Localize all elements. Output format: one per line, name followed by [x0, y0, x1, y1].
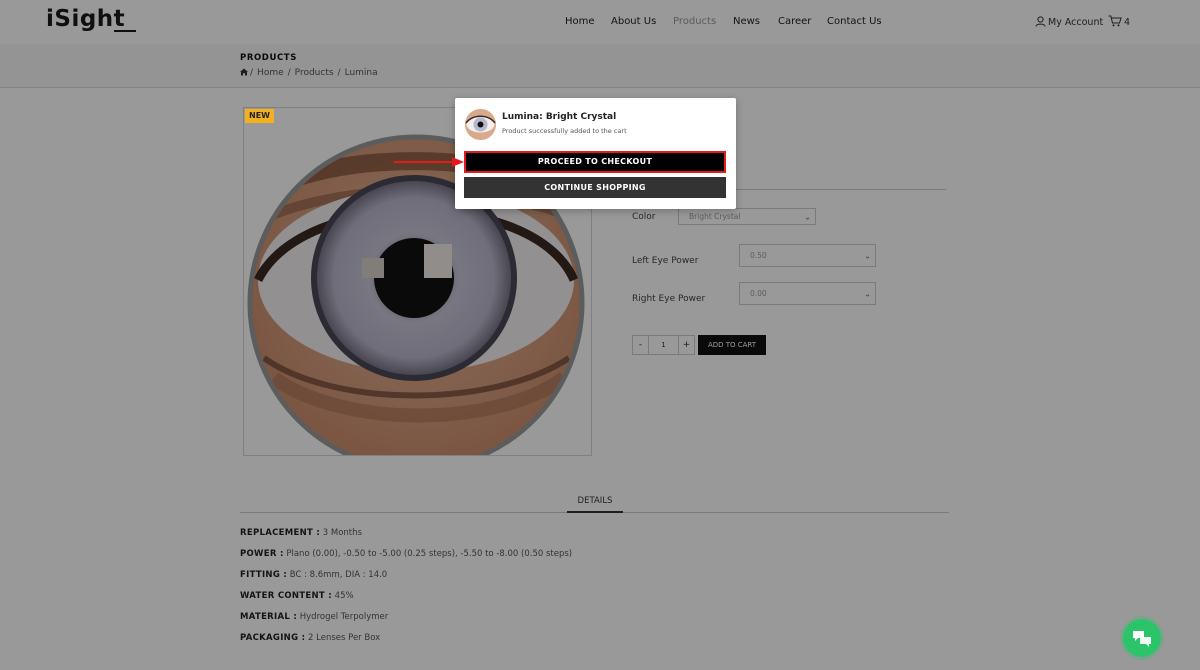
new-badge: NEW	[245, 109, 274, 123]
added-to-cart-modal: Lumina: Bright Crystal Product successfu…	[455, 98, 736, 209]
eye-thumbnail-icon	[465, 109, 496, 140]
modal-product-name: Lumina: Bright Crystal	[502, 112, 617, 122]
modal-message: Product successfully added to the cart	[502, 127, 627, 135]
red-arrow-annotation	[394, 157, 464, 167]
chat-button[interactable]	[1123, 619, 1161, 657]
proceed-to-checkout-button[interactable]: PROCEED TO CHECKOUT	[464, 151, 726, 173]
chat-icon	[1133, 631, 1151, 647]
product-thumbnail	[465, 109, 496, 140]
continue-shopping-button[interactable]: CONTINUE SHOPPING	[464, 177, 726, 198]
